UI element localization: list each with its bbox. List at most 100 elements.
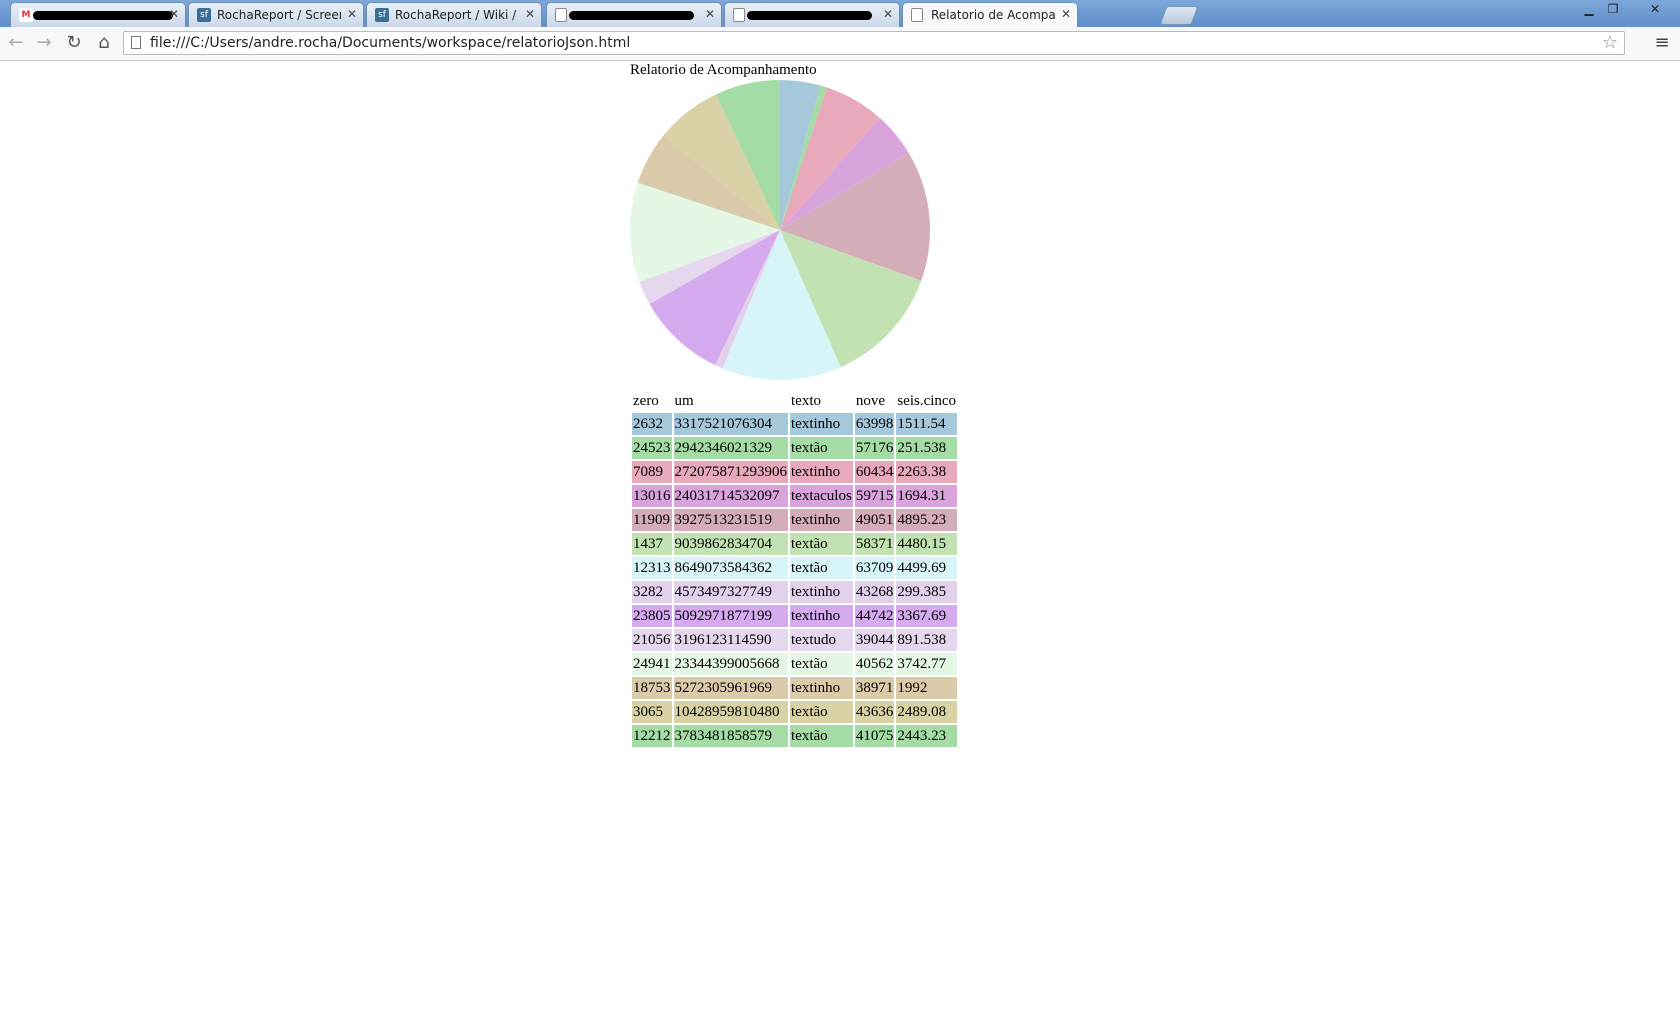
- reload-icon[interactable]: ↻: [62, 31, 86, 55]
- table-cell: 39044: [854, 629, 895, 651]
- table-cell: textinho: [790, 581, 853, 603]
- tab-close-icon[interactable]: ✕: [1061, 7, 1071, 21]
- table-cell: 5092971877199: [673, 605, 788, 627]
- table-cell: 3742.77: [896, 653, 958, 675]
- table-cell: 43268: [854, 581, 895, 603]
- table-cell: 3927513231519: [673, 509, 788, 531]
- close-window-button[interactable]: ✕: [1640, 0, 1670, 18]
- table-cell: 3196123114590: [673, 629, 788, 651]
- table-cell: 4895.23: [896, 509, 958, 531]
- home-icon[interactable]: ⌂: [92, 31, 116, 55]
- browser-toolbar: ← → ↻ ⌂ file:///C:/Users/andre.rocha/Doc…: [0, 27, 1680, 61]
- page-icon: [911, 8, 923, 22]
- table-cell: 43636: [854, 701, 895, 723]
- table-cell: textinho: [790, 461, 853, 483]
- table-header-row: zero um texto nove seis.cinco: [632, 391, 957, 411]
- table-row: 11909 3927513231519 textinho 49051 4895.23: [632, 509, 958, 531]
- tab-0[interactable]: M ✕: [10, 2, 186, 27]
- tab-title: Relatorio de Acompanhan: [931, 8, 1055, 22]
- table-row: 18753 5272305961969 textinho 38971 1992: [632, 677, 958, 699]
- tab-4[interactable]: ✕: [724, 2, 900, 27]
- table-cell: 3065: [632, 701, 672, 723]
- tab-5[interactable]: Relatorio de Acompanhan ✕: [902, 2, 1078, 28]
- table-cell: 10428959810480: [673, 701, 788, 723]
- table-cell: 4480.15: [896, 533, 958, 555]
- tab-close-icon[interactable]: ✕: [169, 7, 179, 21]
- table-cell: 44742: [854, 605, 895, 627]
- tab-close-icon[interactable]: ✕: [525, 7, 535, 21]
- new-tab-button[interactable]: [1159, 6, 1199, 25]
- table-cell: 57176: [854, 437, 895, 459]
- table-cell: 11909: [632, 509, 672, 531]
- table-cell: 4499.69: [896, 557, 958, 579]
- table-cell: textinho: [790, 677, 853, 699]
- table-cell: 13016: [632, 485, 672, 507]
- gmail-icon: M: [19, 8, 33, 22]
- table-body: 2632 3317521076304 textinho 63998 1511.54 245…: [632, 413, 958, 747]
- tab-1[interactable]: sf RochaReport / Screenshot ✕: [188, 2, 364, 27]
- tab-2[interactable]: sf RochaReport / Wiki / Brow ✕: [366, 2, 542, 27]
- address-bar-url[interactable]: file:///C:/Users/andre.rocha/Documents/w…: [150, 35, 630, 51]
- table-cell: 18753: [632, 677, 672, 699]
- table-cell: 1694.31: [896, 485, 958, 507]
- table-cell: 23344399005668: [673, 653, 788, 675]
- tab-strip: M✕sfRochaReport / Screenshot✕sfRochaRepo…: [0, 0, 1680, 28]
- forward-icon[interactable]: →: [32, 31, 56, 55]
- sf-icon: sf: [197, 8, 211, 22]
- table-cell: textão: [790, 701, 853, 723]
- table-cell: 2632: [632, 413, 672, 435]
- sf-icon: sf: [375, 8, 389, 22]
- table-cell: 1437: [632, 533, 672, 555]
- tab-3[interactable]: ✕: [546, 2, 722, 27]
- table-cell: 8649073584362: [673, 557, 788, 579]
- table-cell: 3783481858579: [673, 725, 788, 747]
- menu-icon[interactable]: ≡: [1651, 32, 1673, 54]
- table-cell: textaculos: [790, 485, 853, 507]
- page-icon: [555, 8, 567, 22]
- column-header-seis-cinco: seis.cinco: [897, 392, 957, 409]
- table-cell: 24941: [632, 653, 672, 675]
- tab-close-icon[interactable]: ✕: [883, 7, 893, 21]
- tab-close-icon[interactable]: ✕: [347, 7, 357, 21]
- table-cell: textinho: [790, 413, 853, 435]
- page-icon: [131, 36, 141, 49]
- minimize-button[interactable]: ▁: [1576, 0, 1602, 18]
- table-row: 24941 23344399005668 textão 40562 3742.77: [632, 653, 958, 675]
- table-cell: 7089: [632, 461, 672, 483]
- table-cell: 299.385: [896, 581, 958, 603]
- redacted-scribble: [33, 11, 173, 20]
- table-cell: 1511.54: [896, 413, 958, 435]
- table-cell: 5272305961969: [673, 677, 788, 699]
- table-cell: 3367.69: [896, 605, 958, 627]
- table-row: 1437 9039862834704 textão 58371 4480.15: [632, 533, 958, 555]
- tab-title: RochaReport / Wiki / Brow: [395, 8, 519, 22]
- bookmark-star-icon[interactable]: ☆: [1602, 32, 1618, 53]
- table-cell: 2263.38: [896, 461, 958, 483]
- table-cell: 23805: [632, 605, 672, 627]
- table-cell: 3317521076304: [673, 413, 788, 435]
- table-cell: 12313: [632, 557, 672, 579]
- table-row: 21056 3196123114590 textudo 39044 891.538: [632, 629, 958, 651]
- maximize-button[interactable]: ❐: [1600, 0, 1626, 18]
- table-cell: 891.538: [896, 629, 958, 651]
- column-header-um: um: [674, 392, 694, 409]
- table-cell: 63998: [854, 413, 895, 435]
- table-cell: 1992: [896, 677, 958, 699]
- table-row: 12313 8649073584362 textão 63709 4499.69: [632, 557, 958, 579]
- back-icon[interactable]: ←: [4, 31, 28, 55]
- table-cell: 3282: [632, 581, 672, 603]
- table-row: 13016 24031714532097 textaculos 59715 1694.3…: [632, 485, 958, 507]
- table-row: 12212 3783481858579 textão 41075 2443.23: [632, 725, 958, 747]
- table-cell: 60434: [854, 461, 895, 483]
- table-cell: 21056: [632, 629, 672, 651]
- table-cell: 272075871293906: [673, 461, 788, 483]
- table-row: 3065 10428959810480 textão 43636 2489.08: [632, 701, 958, 723]
- table-cell: textão: [790, 653, 853, 675]
- tab-close-icon[interactable]: ✕: [705, 7, 715, 21]
- table-cell: 251.538: [896, 437, 958, 459]
- table-row: 24523 2942346021329 textão 57176 251.538: [632, 437, 958, 459]
- address-bar[interactable]: file:///C:/Users/andre.rocha/Documents/w…: [123, 31, 1625, 55]
- table-cell: textão: [790, 533, 853, 555]
- page-icon: [733, 8, 745, 22]
- column-header-nove: nove: [855, 392, 885, 409]
